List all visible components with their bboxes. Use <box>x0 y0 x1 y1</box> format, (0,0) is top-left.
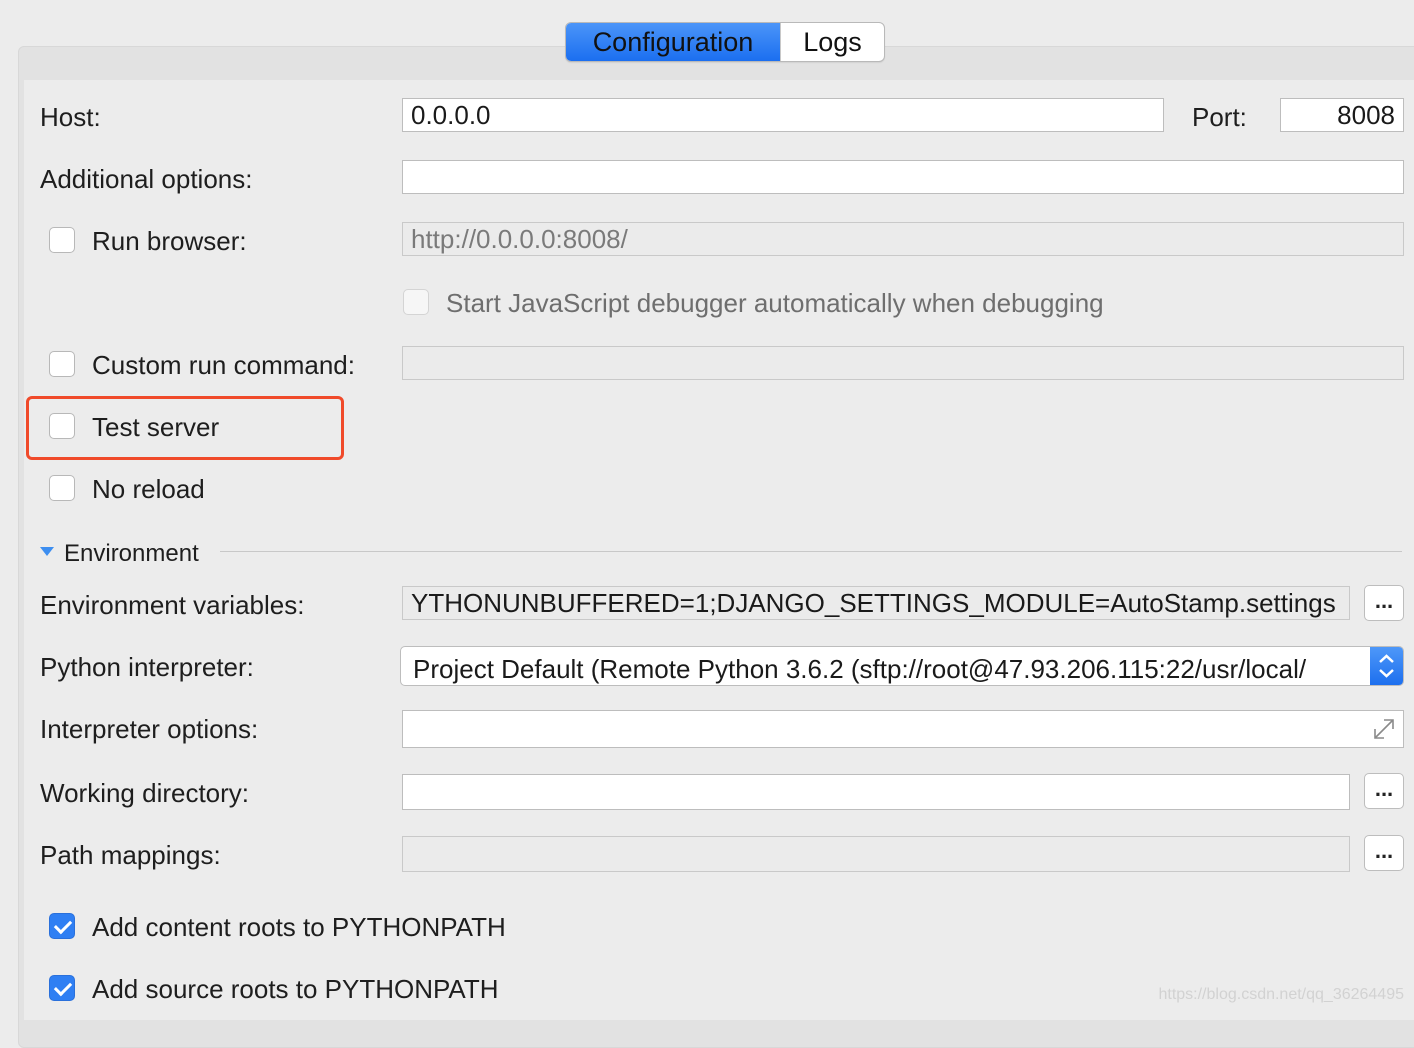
run-browser-url-input[interactable] <box>402 222 1404 256</box>
no-reload-checkbox[interactable] <box>49 475 75 501</box>
settings-panel <box>24 80 1414 1020</box>
run-browser-checkbox[interactable] <box>49 227 75 253</box>
interpreter-options-input[interactable] <box>402 710 1404 748</box>
port-input[interactable] <box>1280 98 1404 132</box>
env-vars-input[interactable] <box>402 586 1350 620</box>
tab-logs[interactable]: Logs <box>780 23 884 61</box>
path-mappings-label: Path mappings: <box>40 840 221 870</box>
js-debugger-checkbox[interactable] <box>403 289 429 315</box>
additional-options-label: Additional options: <box>40 164 253 194</box>
expand-icon[interactable] <box>1370 715 1398 743</box>
source-roots-checkbox[interactable] <box>49 975 75 1001</box>
interpreter-options-label: Interpreter options: <box>40 714 259 744</box>
environment-section-title: Environment <box>64 540 199 567</box>
chevron-up-down-icon <box>1379 654 1394 678</box>
port-label: Port: <box>1192 102 1247 132</box>
env-vars-browse-button[interactable]: ... <box>1364 585 1404 621</box>
python-interpreter-value: Project Default (Remote Python 3.6.2 (sf… <box>413 654 1307 684</box>
source-roots-label: Add source roots to PYTHONPATH <box>92 974 499 1004</box>
python-interpreter-select[interactable]: Project Default (Remote Python 3.6.2 (sf… <box>400 646 1404 686</box>
watermark-text: https://blog.csdn.net/qq_36264495 <box>1158 986 1404 1003</box>
host-input[interactable] <box>402 98 1164 132</box>
additional-options-input[interactable] <box>402 160 1404 194</box>
path-mappings-input[interactable] <box>402 836 1350 872</box>
test-server-checkbox[interactable] <box>49 413 75 439</box>
env-vars-label: Environment variables: <box>40 590 305 620</box>
tab-bar: Configuration Logs <box>565 22 885 62</box>
python-interpreter-label: Python interpreter: <box>40 652 254 682</box>
working-directory-label: Working directory: <box>40 778 250 808</box>
path-mappings-browse-button[interactable]: ... <box>1364 835 1404 871</box>
working-directory-browse-button[interactable]: ... <box>1364 773 1404 809</box>
host-label: Host: <box>40 102 101 132</box>
collapse-triangle-icon[interactable] <box>39 546 55 558</box>
working-directory-input[interactable] <box>402 774 1350 810</box>
dropdown-stepper[interactable] <box>1370 647 1403 685</box>
content-roots-checkbox[interactable] <box>49 913 75 939</box>
custom-run-command-input[interactable] <box>402 346 1404 380</box>
custom-run-command-label: Custom run command: <box>92 350 355 380</box>
js-debugger-label: Start JavaScript debugger automatically … <box>446 288 1104 318</box>
content-roots-label: Add content roots to PYTHONPATH <box>92 912 506 942</box>
no-reload-label: No reload <box>92 474 205 504</box>
run-browser-label: Run browser: <box>92 226 247 256</box>
custom-run-command-checkbox[interactable] <box>49 351 75 377</box>
test-server-label: Test server <box>92 412 220 442</box>
section-divider <box>220 551 1402 552</box>
tab-configuration[interactable]: Configuration <box>566 23 780 61</box>
